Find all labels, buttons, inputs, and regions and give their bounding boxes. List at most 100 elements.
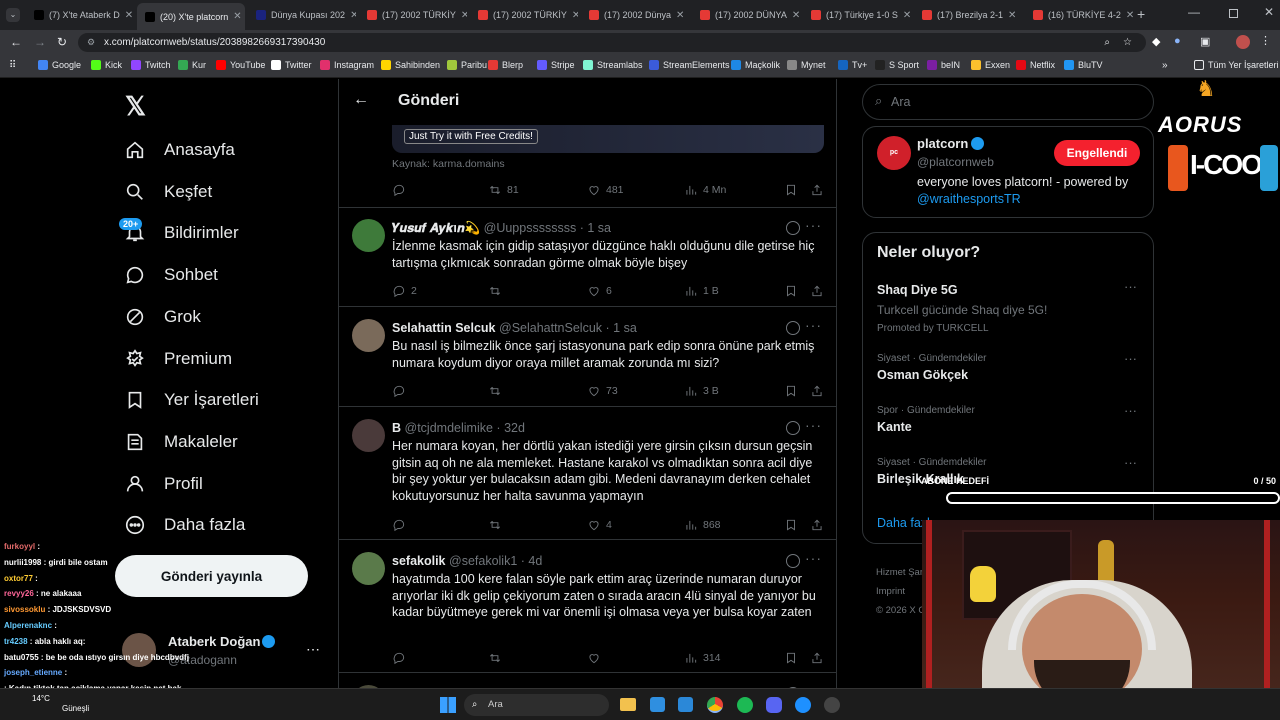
tweet-time[interactable]: 1 sa bbox=[613, 321, 637, 335]
browser-tab[interactable]: (17) 2002 TÜRKİY ✕ bbox=[359, 5, 467, 25]
more-icon[interactable]: ··· bbox=[805, 317, 822, 333]
bookmark-item[interactable]: Mynet bbox=[787, 60, 826, 70]
avatar[interactable] bbox=[352, 219, 385, 252]
browser-tab[interactable]: (17) 2002 DÜNYA ✕ bbox=[692, 5, 800, 25]
close-tab-icon[interactable]: ✕ bbox=[1126, 10, 1133, 21]
blocked-button[interactable]: Engellendi bbox=[1054, 140, 1140, 166]
bookmark-button[interactable] bbox=[784, 651, 798, 665]
repost-button[interactable] bbox=[488, 384, 507, 398]
browser-tab[interactable]: (17) 2002 Dünya ✕ bbox=[581, 5, 689, 25]
browser-tab[interactable]: (17) Brezilya 2-1 ✕ bbox=[914, 5, 1022, 25]
bookmark-item[interactable]: Kur bbox=[178, 60, 206, 70]
app-icon[interactable] bbox=[795, 697, 811, 713]
tweet[interactable]: sefakolik @sefakolik1 · 4d ··· hayatımda 1… bbox=[339, 540, 836, 673]
like-button[interactable]: 481 bbox=[587, 183, 624, 197]
bookmark-item[interactable]: beIN bbox=[927, 60, 960, 70]
author-name[interactable]: sefakolik bbox=[392, 554, 446, 568]
author-name[interactable]: Selahattin Selcuk bbox=[392, 321, 496, 335]
share-button[interactable] bbox=[810, 651, 824, 665]
windows-start-icon[interactable] bbox=[440, 697, 456, 713]
minimize-button[interactable]: — bbox=[1188, 5, 1200, 19]
bookmark-item[interactable]: Google bbox=[38, 60, 81, 70]
bookmark-item[interactable]: Maçkolik bbox=[731, 60, 780, 70]
repost-button[interactable] bbox=[488, 651, 507, 665]
browser-tab[interactable]: (7) X'te Ataberk D ✕ bbox=[26, 5, 134, 25]
repost-button[interactable] bbox=[488, 284, 507, 298]
bookmark-item[interactable]: Netflix bbox=[1016, 60, 1055, 70]
views-button[interactable]: 1 B bbox=[684, 284, 719, 298]
share-button[interactable] bbox=[810, 284, 824, 298]
app-icon[interactable] bbox=[824, 697, 840, 713]
chrome-icon[interactable] bbox=[707, 697, 723, 713]
close-window-button[interactable]: ✕ bbox=[1264, 5, 1274, 19]
extension-icon[interactable]: ◆ bbox=[1152, 35, 1160, 48]
bookmark-item[interactable]: S Sport bbox=[875, 60, 919, 70]
extension-icon[interactable]: ● bbox=[1174, 35, 1181, 47]
author-handle[interactable]: @Uuppssssssss bbox=[484, 221, 577, 235]
search-box[interactable]: ⌕ Ara bbox=[862, 84, 1154, 120]
tweet[interactable]: 𝒀𝒖𝒔𝒖𝒇 𝑨𝒚𝒌ı𝒏💫 @Uuppssssssss · 1 sa ··· İzle… bbox=[339, 207, 836, 307]
close-tab-icon[interactable]: ✕ bbox=[792, 10, 800, 21]
nav-item-bookmark[interactable]: Yer İşaretleri bbox=[124, 389, 259, 411]
author-name[interactable]: 𝒀𝒖𝒔𝒖𝒇 𝑨𝒚𝒌ı𝒏💫 bbox=[392, 221, 480, 235]
views-button[interactable]: 314 bbox=[684, 651, 721, 665]
close-tab-icon[interactable]: ✕ bbox=[572, 10, 578, 21]
nav-item-premium[interactable]: Premium bbox=[124, 348, 232, 370]
bookmark-button[interactable] bbox=[784, 384, 798, 398]
maximize-button[interactable] bbox=[1229, 9, 1238, 18]
reply-button[interactable] bbox=[392, 651, 411, 665]
back-arrow-icon[interactable]: ← bbox=[353, 91, 369, 109]
bookmark-item[interactable]: Sahibinden bbox=[381, 60, 440, 70]
bookmarks-overflow-icon[interactable]: » bbox=[1162, 60, 1168, 71]
profile-bio-link[interactable]: @wraithesportsTR bbox=[917, 192, 1021, 206]
taskbar-search[interactable]: ⌕ Ara bbox=[464, 694, 609, 716]
reply-button[interactable]: 2 bbox=[392, 284, 417, 298]
more-icon[interactable]: ··· bbox=[1124, 455, 1137, 470]
file-explorer-icon[interactable] bbox=[620, 698, 636, 711]
close-tab-icon[interactable]: ✕ bbox=[676, 10, 684, 21]
bookmark-item[interactable]: Paribu bbox=[447, 60, 487, 70]
close-tab-icon[interactable]: ✕ bbox=[350, 10, 356, 21]
new-tab-button[interactable]: + bbox=[1137, 6, 1145, 22]
browser-tab[interactable]: (20) X'te platcorn ✕ bbox=[137, 3, 245, 30]
weather-widget[interactable]: 14°C Güneşli bbox=[8, 694, 89, 714]
grok-icon[interactable] bbox=[786, 554, 800, 568]
like-button[interactable]: 6 bbox=[587, 284, 612, 298]
browser-tab[interactable]: (16) TÜRKİYE 4-2 ✕ bbox=[1025, 5, 1133, 25]
nav-item-home[interactable]: Anasayfa bbox=[124, 139, 235, 161]
share-button[interactable] bbox=[810, 518, 824, 532]
footer-link[interactable]: Hizmet Şar bbox=[876, 563, 925, 582]
bookmark-item[interactable]: Exxen bbox=[971, 60, 1010, 70]
grok-icon[interactable] bbox=[786, 221, 800, 235]
browser-tab[interactable]: (17) Türkiye 1-0 S ✕ bbox=[803, 5, 911, 25]
author-handle[interactable]: @tcjdmdelimike bbox=[405, 421, 493, 435]
bookmark-item[interactable]: Twitter bbox=[271, 60, 312, 70]
author-name[interactable]: B bbox=[392, 421, 401, 435]
nav-item-profile[interactable]: Profil bbox=[124, 473, 203, 495]
bookmark-item[interactable]: Blerp bbox=[488, 60, 523, 70]
bookmark-item[interactable]: Twitch bbox=[131, 60, 171, 70]
share-button[interactable] bbox=[810, 183, 824, 197]
close-tab-icon[interactable]: ✕ bbox=[233, 11, 241, 22]
bookmark-item[interactable]: Kick bbox=[91, 60, 122, 70]
more-icon[interactable]: ··· bbox=[805, 417, 822, 433]
bookmark-item[interactable]: YouTube bbox=[216, 60, 265, 70]
author-handle[interactable]: @SelahattnSelcuk bbox=[499, 321, 602, 335]
more-icon[interactable]: ··· bbox=[805, 217, 822, 233]
avatar[interactable] bbox=[352, 552, 385, 585]
bookmark-item[interactable]: BluTV bbox=[1064, 60, 1103, 70]
reply-button[interactable] bbox=[392, 183, 406, 197]
nav-item-search[interactable]: Keşfet bbox=[124, 181, 212, 203]
forward-icon[interactable]: → bbox=[34, 35, 46, 49]
like-button[interactable]: 73 bbox=[587, 384, 618, 398]
bookmark-item[interactable]: StreamElements bbox=[649, 60, 730, 70]
nav-item-articles[interactable]: Makaleler bbox=[124, 431, 238, 453]
bookmark-button[interactable] bbox=[784, 183, 798, 197]
author-handle[interactable]: @sefakolik1 bbox=[449, 554, 517, 568]
tweet[interactable]: SADECE_KENAN @kenanaltinsuyuu · 2d··· bbox=[339, 673, 836, 688]
nav-item-grok[interactable]: Grok bbox=[124, 306, 201, 328]
x-logo[interactable]: 𝕏 bbox=[125, 91, 146, 122]
views-button[interactable]: 4 Mn bbox=[684, 183, 726, 197]
ad-source[interactable]: Kaynak: karma.domains bbox=[392, 158, 505, 170]
profile-name[interactable]: platcorn bbox=[917, 136, 968, 151]
